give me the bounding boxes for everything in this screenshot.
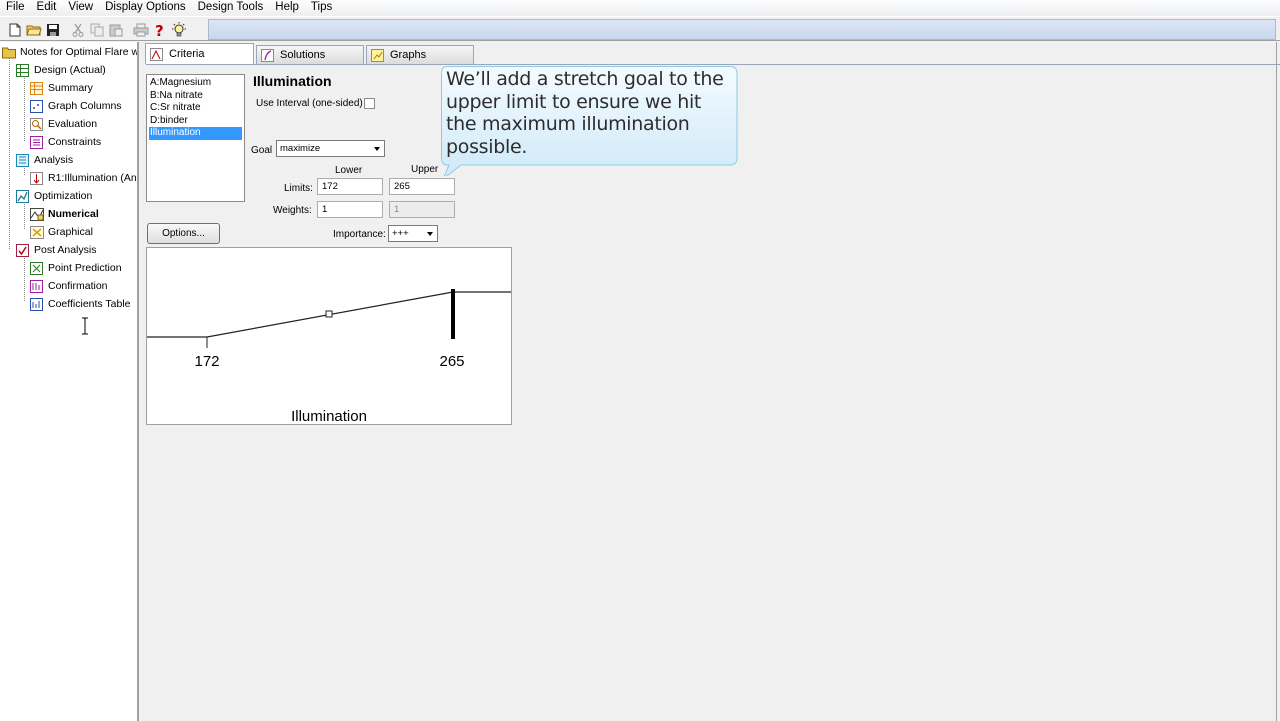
- save-disk-icon[interactable]: [44, 21, 61, 39]
- tab-solutions[interactable]: Solutions: [256, 45, 364, 64]
- tree-item-constraints[interactable]: Constraints: [30, 134, 101, 150]
- tutorial-callout: We’ll add a stretch goal to the upper li…: [441, 66, 738, 176]
- tree-item-post-analysis[interactable]: Post Analysis: [16, 242, 96, 258]
- criteria-ramp-icon: [150, 47, 163, 61]
- cut-icon[interactable]: [69, 21, 86, 39]
- menu-tips[interactable]: Tips: [305, 1, 338, 14]
- print-icon[interactable]: [132, 21, 149, 39]
- criteria-list[interactable]: A:Magnesium B:Na nitrate C:Sr nitrate D:…: [146, 74, 245, 202]
- tree-item-optimization[interactable]: Optimization: [16, 188, 92, 204]
- use-interval-checkbox[interactable]: [364, 98, 375, 109]
- goal-select[interactable]: maximize: [276, 140, 385, 157]
- ramp-plot: 172 265 Illumination: [147, 289, 511, 424]
- menu-display-options[interactable]: Display Options: [99, 1, 192, 14]
- tree-root-notes[interactable]: Notes for Optimal Flare wit: [2, 44, 137, 60]
- evaluation-magnifier-icon: [30, 117, 43, 131]
- svg-text:?: ?: [155, 22, 164, 38]
- list-item-selected[interactable]: Illumination: [149, 127, 242, 140]
- menu-help[interactable]: Help: [269, 1, 305, 14]
- new-file-icon[interactable]: [6, 21, 23, 39]
- solutions-icon: [261, 48, 274, 62]
- tree-item-coefficients-table[interactable]: Coefficients Table: [30, 296, 131, 312]
- tab-graphs[interactable]: Graphs: [366, 45, 474, 64]
- tree-item-analysis[interactable]: Analysis: [16, 152, 73, 168]
- list-item[interactable]: D:binder: [147, 115, 244, 128]
- lower-limit-input[interactable]: 172: [317, 178, 383, 195]
- graphical-icon: [30, 225, 44, 239]
- list-item[interactable]: B:Na nitrate: [147, 90, 244, 103]
- constraints-icon: [30, 135, 43, 149]
- menu-edit[interactable]: Edit: [31, 1, 63, 14]
- tree-item-design[interactable]: Design (Actual): [16, 62, 106, 78]
- help-question-icon[interactable]: ?: [151, 21, 168, 39]
- summary-table-icon: [30, 81, 43, 95]
- low-limit-label: 172: [194, 353, 219, 370]
- tree-item-graph-columns[interactable]: Graph Columns: [30, 98, 122, 114]
- folder-icon: [2, 46, 16, 59]
- menu-view[interactable]: View: [62, 1, 99, 14]
- menu-design-tools[interactable]: Design Tools: [192, 1, 270, 14]
- menu-bar: File Edit View Display Options Design To…: [0, 0, 1280, 14]
- toolbar: ?: [0, 16, 1280, 41]
- post-analysis-icon: [16, 243, 29, 257]
- options-button[interactable]: Options...: [147, 223, 220, 244]
- optimization-icon: [16, 189, 29, 203]
- weights-label: Weights:: [273, 205, 312, 216]
- importance-select[interactable]: +++: [388, 225, 438, 242]
- chevron-down-icon: [374, 147, 380, 151]
- importance-label: Importance:: [333, 229, 386, 240]
- response-analysis-icon: [30, 171, 43, 185]
- response-title: Illumination: [253, 73, 332, 89]
- tab-criteria[interactable]: Criteria: [145, 43, 254, 64]
- upper-weight-input: 1: [389, 201, 455, 218]
- lower-weight-input[interactable]: 1: [317, 201, 383, 218]
- graph-axis-title: Illumination: [291, 408, 367, 424]
- tree-item-graphical[interactable]: Graphical: [30, 224, 93, 240]
- confirmation-icon: [30, 279, 43, 293]
- tips-lightbulb-icon[interactable]: [170, 21, 187, 39]
- numerical-ramp-icon: [30, 207, 44, 221]
- copy-icon[interactable]: [88, 21, 105, 39]
- upper-limit-input[interactable]: 265: [389, 178, 455, 195]
- callout-text: We’ll add a stretch goal to the upper li…: [446, 68, 724, 158]
- graphs-icon: [371, 48, 384, 62]
- point-prediction-icon: [30, 261, 43, 275]
- limits-label: Limits:: [284, 183, 313, 194]
- chevron-down-icon: [427, 232, 433, 236]
- use-interval-label: Use Interval (one-sided): [256, 98, 363, 109]
- goal-label: Goal: [251, 145, 273, 156]
- upper-header: Upper: [411, 164, 439, 175]
- tree-item-r1-illumination[interactable]: R1:Illumination (Anal: [30, 170, 137, 186]
- tree-item-summary[interactable]: Summary: [30, 80, 93, 96]
- tree-item-evaluation[interactable]: Evaluation: [30, 116, 97, 132]
- tree-item-confirmation[interactable]: Confirmation: [30, 278, 108, 294]
- graph-columns-icon: [30, 99, 43, 113]
- toolbar-empty-area: [208, 19, 1276, 40]
- tree-item-numerical[interactable]: Numerical: [30, 206, 99, 222]
- ramp-midpoint-handle[interactable]: [325, 310, 333, 318]
- text-cursor-icon: [82, 317, 88, 335]
- analysis-icon: [16, 153, 29, 167]
- high-limit-label: 265: [439, 353, 464, 370]
- list-item[interactable]: A:Magnesium: [147, 77, 244, 90]
- desirability-ramp-graph: 172 265 Illumination: [146, 247, 512, 425]
- tab-panel-border: [146, 64, 1280, 65]
- menu-file[interactable]: File: [0, 1, 31, 14]
- lower-header: Lower: [335, 165, 363, 176]
- paste-icon[interactable]: [107, 21, 124, 39]
- coefficients-table-icon: [30, 297, 43, 311]
- tree-item-point-prediction[interactable]: Point Prediction: [30, 260, 122, 276]
- design-tree: Notes for Optimal Flare wit Design (Actu…: [0, 42, 139, 721]
- open-folder-icon[interactable]: [25, 21, 42, 39]
- design-grid-icon: [16, 63, 29, 77]
- list-item[interactable]: C:Sr nitrate: [147, 102, 244, 115]
